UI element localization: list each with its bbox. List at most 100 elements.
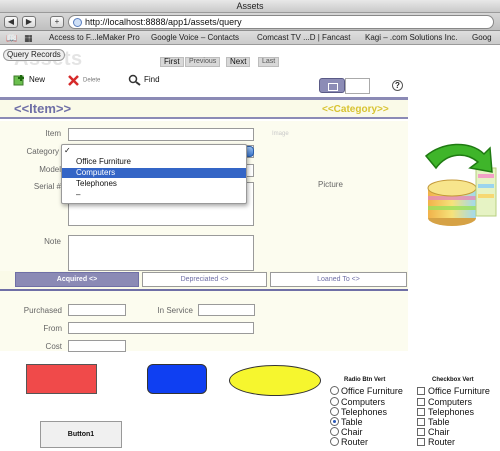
- category-dropdown-menu: Office Furniture Computers Telephones –: [61, 144, 247, 204]
- find-button[interactable]: Find: [128, 74, 160, 86]
- query-records-button[interactable]: Query Records: [3, 49, 65, 61]
- image-label: Image: [272, 131, 289, 137]
- last-button[interactable]: Last: [258, 57, 280, 67]
- first-button[interactable]: First: [160, 57, 184, 67]
- bookmarks-book-icon[interactable]: 📖: [6, 33, 17, 44]
- checkbox-label: Telephones: [428, 407, 475, 417]
- from-field[interactable]: [68, 322, 254, 334]
- globe-icon: [73, 18, 82, 27]
- radio-label: Router: [341, 437, 369, 447]
- checkbox-label: Office Furniture: [428, 386, 490, 396]
- add-bookmark-icon[interactable]: +: [50, 16, 64, 28]
- back-icon[interactable]: ◀: [4, 16, 18, 28]
- radio-option[interactable]: Chair: [330, 427, 363, 437]
- in-service-field[interactable]: [198, 304, 255, 316]
- checkbox[interactable]: [417, 398, 425, 406]
- delete-button[interactable]: Delete: [67, 74, 100, 86]
- url-text: http://localhost:8888/app1/assets/query: [85, 17, 242, 27]
- dropdown-option[interactable]: Office Furniture: [62, 157, 246, 167]
- next-button[interactable]: Next: [226, 57, 251, 67]
- checkbox[interactable]: [417, 428, 425, 436]
- radio-button[interactable]: [330, 407, 339, 416]
- bookmark-item[interactable]: Comcast TV ...D | Fancast: [257, 33, 351, 42]
- note-label: Note: [44, 237, 61, 246]
- tab-loaned-to[interactable]: Loaned To <>: [270, 272, 407, 287]
- button1[interactable]: Button1: [40, 421, 122, 448]
- in-service-label: In Service: [157, 306, 193, 315]
- checkbox-option[interactable]: Telephones: [417, 407, 474, 417]
- url-bar[interactable]: http://localhost:8888/app1/assets/query: [68, 15, 494, 29]
- checkbox-label: Computers: [428, 397, 473, 407]
- category-title: <<Category>>: [322, 104, 389, 115]
- tab-acquired[interactable]: Acquired <>: [15, 272, 139, 287]
- checkbox-option[interactable]: Router: [417, 437, 455, 447]
- red-rectangle: [26, 364, 97, 394]
- yellow-ellipse: [229, 365, 321, 396]
- radio-button[interactable]: [330, 397, 339, 406]
- cost-field[interactable]: [68, 340, 126, 352]
- radio-button[interactable]: [330, 437, 339, 446]
- model-label: Model: [39, 165, 61, 174]
- checkbox-option[interactable]: Computers: [417, 397, 472, 407]
- radio-button-selected[interactable]: [330, 417, 339, 426]
- radio-group-title: Radio Btn Vert: [344, 377, 386, 383]
- purchased-field[interactable]: [68, 304, 126, 316]
- bookmark-item[interactable]: Kagi – .com Solutions Inc.: [365, 33, 458, 42]
- checkbox-option[interactable]: Office Furniture: [417, 386, 490, 396]
- new-label: New: [29, 75, 46, 85]
- checkbox[interactable]: [417, 418, 425, 426]
- check-icon: ✓: [64, 146, 71, 155]
- checkbox-label: Table: [428, 417, 450, 427]
- radio-label: Computers: [341, 397, 386, 407]
- item-title: <<Item>>: [14, 101, 72, 116]
- layout-selector[interactable]: [345, 78, 370, 94]
- magnifier-icon: [128, 74, 141, 86]
- checkbox[interactable]: [417, 387, 425, 395]
- blue-rounded-rectangle: [147, 364, 207, 394]
- forward-icon[interactable]: ▶: [22, 16, 36, 28]
- checkbox-option[interactable]: Chair: [417, 427, 450, 437]
- delete-label: Delete: [83, 77, 101, 84]
- serial-label: Serial #: [33, 182, 61, 191]
- note-field[interactable]: [68, 235, 254, 271]
- radio-option[interactable]: Computers: [330, 397, 385, 407]
- help-icon[interactable]: ?: [392, 80, 403, 91]
- layout-view-icon[interactable]: [319, 78, 345, 93]
- checkbox-option[interactable]: Table: [417, 417, 450, 427]
- purchased-label: Purchased: [23, 306, 62, 315]
- radio-button[interactable]: [330, 386, 339, 395]
- radio-button[interactable]: [330, 427, 339, 436]
- radio-label: Table: [341, 417, 363, 427]
- tab-depreciated[interactable]: Depreciated <>: [142, 272, 267, 287]
- radio-option-selected[interactable]: Table: [330, 417, 363, 427]
- checkbox[interactable]: [417, 438, 425, 446]
- radio-label: Telephones: [341, 407, 388, 417]
- radio-label: Chair: [341, 427, 363, 437]
- picture-label: Picture: [318, 180, 343, 189]
- top-sites-grid-icon[interactable]: ▦: [24, 33, 33, 44]
- from-label: From: [43, 324, 62, 333]
- radio-option[interactable]: Router: [330, 437, 368, 447]
- window-title: Assets: [236, 1, 264, 11]
- item-label: Item: [45, 129, 61, 138]
- browser-toolbar: ◀ ▶ + http://localhost:8888/app1/assets/…: [0, 13, 500, 31]
- previous-button[interactable]: Previous: [185, 57, 221, 67]
- bookmarks-bar: 📖 ▦ Access to F...leMaker Pro Google Voi…: [0, 31, 500, 45]
- database-import-icon: [424, 143, 497, 226]
- radio-option[interactable]: Telephones: [330, 407, 387, 417]
- dropdown-option-selected[interactable]: Computers: [62, 168, 246, 178]
- checkbox[interactable]: [417, 408, 425, 416]
- find-label: Find: [144, 75, 160, 85]
- item-field[interactable]: [68, 128, 254, 141]
- radio-label: Office Furniture: [341, 386, 403, 396]
- radio-option[interactable]: Office Furniture: [330, 386, 403, 396]
- dropdown-option[interactable]: Telephones: [62, 179, 246, 189]
- bookmark-item[interactable]: Access to F...leMaker Pro: [49, 33, 140, 42]
- cost-label: Cost: [45, 342, 62, 351]
- checkbox-group-title: Checkbox Vert: [432, 377, 474, 383]
- dropdown-option[interactable]: –: [62, 190, 246, 200]
- bookmark-item[interactable]: Goog: [472, 33, 492, 42]
- checkbox-label: Router: [428, 437, 456, 447]
- bookmark-item[interactable]: Google Voice – Contacts: [151, 33, 239, 42]
- new-button[interactable]: New: [13, 74, 45, 86]
